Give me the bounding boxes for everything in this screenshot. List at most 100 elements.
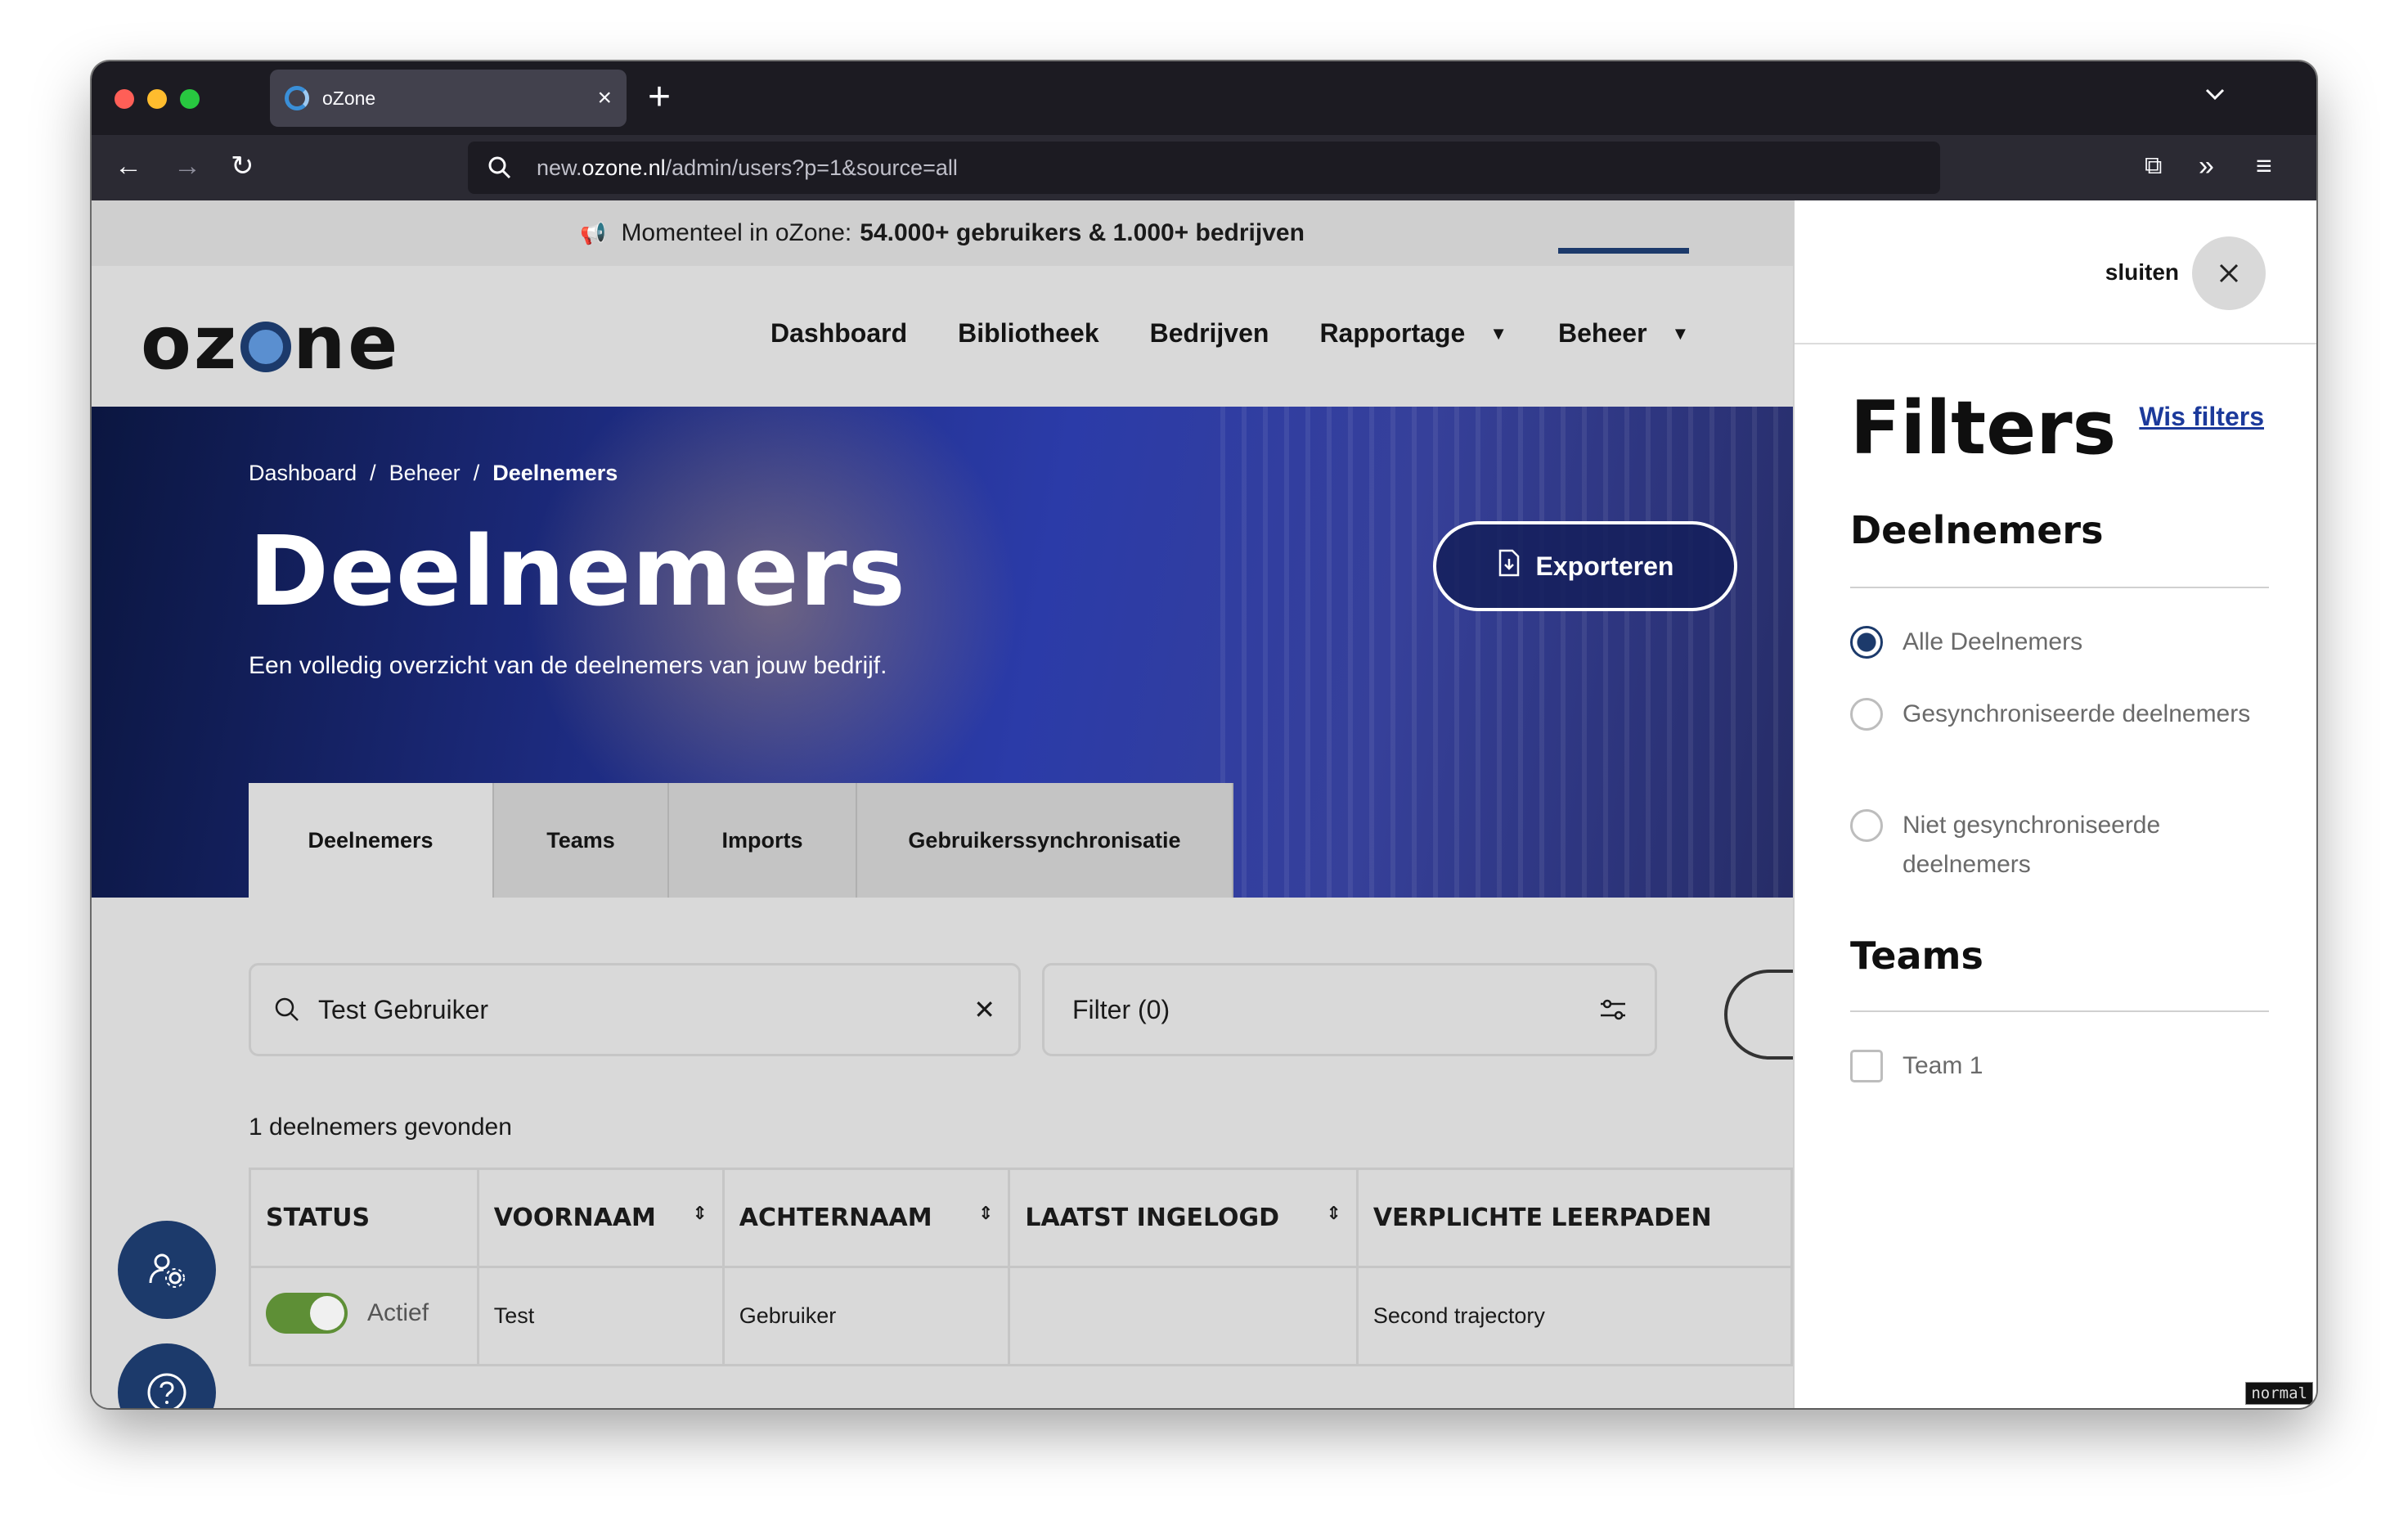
caret-down-icon: ▼ [1489, 322, 1508, 344]
sort-icon[interactable]: ⇕ [692, 1204, 707, 1224]
column-voornaam[interactable]: VOORNAAM ⇕ [476, 1168, 725, 1268]
nav-rapportage[interactable]: Rapportage ▼ [1319, 318, 1507, 349]
cell-leerpaden: Second trajectory [1355, 1266, 1793, 1366]
breadcrumb: Dashboard / Beheer / Deelnemers [249, 461, 618, 486]
search-icon [275, 997, 299, 1021]
file-download-icon [1497, 549, 1521, 583]
filters-panel: sluiten Filters Wis filters Deelnemers A… [1793, 200, 2316, 1408]
tab-bar: oZone × + [92, 61, 2316, 135]
cell-status: Actief [249, 1266, 479, 1366]
option-gesynchroniseerde[interactable]: Gesynchroniseerde deelnemers [1850, 695, 2259, 734]
hero-background-image [1220, 407, 1793, 898]
overflow-chevron-icon[interactable]: » [2199, 148, 2214, 184]
page-title: Deelnemers [249, 515, 906, 628]
announcement-prefix: Momenteel in oZone: [621, 219, 852, 246]
breadcrumb-current: Deelnemers [492, 461, 618, 485]
zoom-window-button[interactable] [180, 89, 200, 109]
divider [1850, 587, 2269, 588]
breadcrumb-dashboard[interactable]: Dashboard [249, 461, 357, 486]
partial-round-button[interactable] [1724, 970, 1793, 1060]
user-settings-button[interactable] [118, 1221, 216, 1319]
sort-icon[interactable]: ⇕ [978, 1204, 993, 1224]
ozone-logo[interactable]: oz ne [141, 300, 400, 386]
sort-icon[interactable]: ⇕ [1326, 1204, 1341, 1224]
close-window-button[interactable] [115, 89, 134, 109]
tab-deelnemers[interactable]: Deelnemers [249, 783, 494, 898]
option-niet-gesynchroniseerde[interactable]: Niet gesynchroniseerde deelnemers [1850, 806, 2259, 884]
teams-heading: Teams [1850, 934, 1983, 978]
tab-title: oZone [322, 87, 376, 109]
tab-imports[interactable]: Imports [669, 783, 857, 898]
column-achternaam[interactable]: ACHTERNAAM ⇕ [721, 1168, 1011, 1268]
extensions-icon[interactable]: ⧉ [2145, 148, 2162, 184]
menu-hamburger-icon[interactable]: ≡ [2256, 148, 2272, 184]
logo-o-icon [240, 321, 292, 372]
cell-voornaam: Test [476, 1266, 725, 1366]
close-filters-button[interactable] [2192, 236, 2266, 310]
search-value: Test Gebruiker [318, 994, 489, 1024]
close-label[interactable]: sluiten [2105, 259, 2179, 286]
navigation-toolbar: ← → ↻ new.ozone.nl/admin/users?p=1&sourc… [92, 135, 2316, 200]
tab-teams[interactable]: Teams [494, 783, 669, 898]
address-bar[interactable]: new.ozone.nl/admin/users?p=1&source=all [468, 142, 1940, 194]
nav-dashboard[interactable]: Dashboard [770, 318, 907, 349]
participants-heading: Deelnemers [1850, 508, 2104, 552]
nav-bedrijven[interactable]: Bedrijven [1150, 318, 1269, 349]
hero-banner: Dashboard / Beheer / Deelnemers Deelneme… [92, 407, 1793, 898]
list-tabs-chevron-down-icon[interactable] [2204, 83, 2226, 110]
browser-tab[interactable]: oZone × [270, 70, 627, 127]
cell-laatst-ingelogd [1008, 1266, 1359, 1366]
radio-selected[interactable] [1850, 626, 1883, 659]
browser-window: oZone × + ← → ↻ new.ozone.nl/admin/users… [92, 61, 2316, 1408]
page-content: 📢 Momenteel in oZone: 54.000+ gebruikers… [92, 200, 1793, 1408]
checkbox[interactable] [1850, 1050, 1883, 1082]
status-toggle[interactable]: Actief [266, 1293, 429, 1334]
option-alle-deelnemers[interactable]: Alle Deelnemers [1850, 623, 2259, 662]
radio[interactable] [1850, 809, 1883, 842]
page-subtitle: Een volledig overzicht van de deelnemers… [249, 652, 887, 679]
nav-bibliotheek[interactable]: Bibliotheek [958, 318, 1098, 349]
user-gear-icon [149, 1253, 185, 1288]
new-tab-button[interactable]: + [648, 74, 671, 120]
filter-button[interactable]: Filter (0) [1042, 963, 1657, 1056]
question-circle-icon [147, 1373, 186, 1408]
section-tabs: Deelnemers Teams Imports Gebruikerssynch… [249, 783, 1233, 898]
main-navigation: Dashboard Bibliotheek Bedrijven Rapporta… [770, 248, 1690, 349]
close-tab-icon[interactable]: × [597, 84, 612, 112]
search-icon [488, 156, 511, 179]
back-arrow-icon[interactable]: ← [115, 148, 142, 184]
ozone-favicon-icon [285, 86, 309, 110]
close-icon [2219, 263, 2239, 283]
table-row[interactable]: Actief Test Gebruiker Second trajectory [249, 1266, 1793, 1366]
filters-title: Filters [1850, 385, 2117, 471]
minimize-window-button[interactable] [147, 89, 167, 109]
tab-gebruikerssynchronisatie[interactable]: Gebruikerssynchronisatie [857, 783, 1233, 898]
sliders-icon [1601, 999, 1625, 1020]
nav-beheer[interactable]: Beheer ▼ [1558, 248, 1690, 349]
filters-close-row: sluiten [1795, 200, 2316, 344]
clear-filters-link[interactable]: Wis filters [2139, 402, 2264, 432]
search-input[interactable]: Test Gebruiker ✕ [249, 963, 1021, 1056]
megaphone-icon: 📢 [580, 220, 607, 245]
column-status: STATUS [249, 1168, 479, 1268]
announcement-highlight: 54.000+ gebruikers & 1.000+ bedrijven [860, 219, 1305, 246]
divider [1850, 1010, 2269, 1012]
participants-table: STATUS VOORNAAM ⇕ ACHTERNAAM ⇕ LAATST INGE… [249, 1168, 1793, 1366]
export-button[interactable]: Exporteren [1433, 521, 1737, 611]
breadcrumb-beheer[interactable]: Beheer [389, 461, 460, 486]
cell-achternaam: Gebruiker [721, 1266, 1011, 1366]
url-text: new.ozone.nl/admin/users?p=1&source=all [537, 155, 958, 180]
site-header: oz ne Dashboard Bibliotheek Bedrijven Rap… [92, 248, 1793, 407]
announcement-bar: 📢 Momenteel in oZone: 54.000+ gebruikers… [92, 200, 1793, 266]
mode-badge: normal [2245, 1382, 2313, 1405]
active-nav-indicator [1558, 248, 1690, 254]
forward-arrow-icon[interactable]: → [173, 148, 201, 184]
reload-icon[interactable]: ↻ [231, 148, 254, 184]
option-team-1[interactable]: Team 1 [1850, 1046, 2259, 1086]
caret-down-icon: ▼ [1671, 322, 1690, 344]
results-count: 1 deelnemers gevonden [249, 1114, 512, 1141]
clear-search-icon[interactable]: ✕ [973, 994, 995, 1025]
radio[interactable] [1850, 698, 1883, 731]
help-button[interactable] [118, 1343, 216, 1408]
column-laatst-ingelogd[interactable]: LAATST INGELOGD ⇕ [1008, 1168, 1359, 1268]
